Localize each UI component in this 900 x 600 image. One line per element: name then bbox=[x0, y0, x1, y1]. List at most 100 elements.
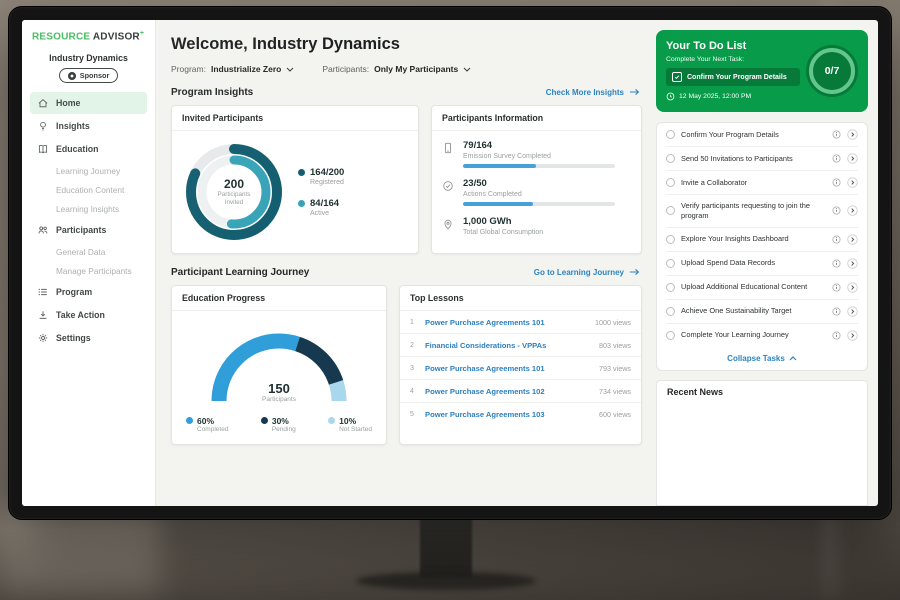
participants-select[interactable]: Participants: Only My Participants bbox=[322, 64, 471, 74]
card-title: Education Progress bbox=[172, 286, 386, 311]
filters-row: Program: Industrialize Zero Participants… bbox=[171, 64, 642, 74]
go-to-learning-journey-link[interactable]: Go to Learning Journey bbox=[534, 268, 640, 278]
sidebar-nav: Home Insights Education Learning Journey… bbox=[30, 92, 147, 349]
logo-text-resource: RESOURCE bbox=[32, 31, 90, 42]
sidebar: RESOURCE ADVISOR+ Industry Dynamics Spon… bbox=[22, 20, 156, 506]
lesson-row: 3 Power Purchase Agreements 101 793 view… bbox=[400, 357, 641, 380]
chevron-right-icon[interactable] bbox=[847, 129, 858, 140]
sidebar-item-participants[interactable]: Participants bbox=[30, 219, 147, 241]
donut-legend: 164/200Registered 84/164Active bbox=[298, 167, 344, 217]
sidebar-item-home[interactable]: Home bbox=[30, 92, 147, 114]
sidebar-item-learning-insights[interactable]: Learning Insights bbox=[30, 199, 147, 218]
task-row[interactable]: Explore Your Insights Dashboard bbox=[666, 228, 858, 252]
todo-progress-ring: 0/7 bbox=[806, 45, 858, 97]
program-select[interactable]: Program: Industrialize Zero bbox=[171, 64, 294, 74]
home-icon bbox=[37, 97, 49, 109]
check-more-insights-link[interactable]: Check More Insights bbox=[546, 88, 640, 98]
chevron-right-icon[interactable] bbox=[847, 177, 858, 188]
logo-plus: + bbox=[140, 30, 144, 37]
invited-participants-card: Invited Participants bbox=[171, 105, 419, 254]
task-radio[interactable] bbox=[666, 283, 675, 292]
lesson-link[interactable]: Financial Considerations - VPPAs bbox=[425, 341, 592, 350]
task-radio[interactable] bbox=[666, 178, 675, 187]
dashboard-screen: RESOURCE ADVISOR+ Industry Dynamics Spon… bbox=[22, 20, 878, 506]
education-gauge-chart: 150 Participants bbox=[205, 323, 353, 407]
info-icon[interactable] bbox=[832, 154, 841, 163]
task-row[interactable]: Achieve One Sustainability Target bbox=[666, 300, 858, 324]
todo-card: Your To Do List Complete Your Next Task:… bbox=[656, 30, 868, 112]
monitor-stand bbox=[420, 518, 472, 578]
lesson-link[interactable]: Power Purchase Agreements 102 bbox=[425, 387, 592, 396]
stat-actions: 23/50 Actions Completed bbox=[442, 178, 631, 206]
bulb-icon bbox=[37, 120, 49, 132]
sidebar-item-education-content[interactable]: Education Content bbox=[30, 180, 147, 199]
insights-cards-row: Invited Participants bbox=[171, 105, 642, 254]
download-icon bbox=[37, 309, 49, 321]
lesson-row: 4 Power Purchase Agreements 102 734 view… bbox=[400, 380, 641, 403]
chevron-right-icon[interactable] bbox=[847, 153, 858, 164]
clock-icon bbox=[666, 92, 675, 101]
next-task-chip[interactable]: Confirm Your Program Details bbox=[666, 68, 800, 86]
chevron-right-icon[interactable] bbox=[847, 282, 858, 293]
sidebar-item-program[interactable]: Program bbox=[30, 281, 147, 303]
task-row[interactable]: Confirm Your Program Details bbox=[666, 123, 858, 147]
task-row[interactable]: Invite a Collaborator bbox=[666, 171, 858, 195]
info-icon[interactable] bbox=[832, 206, 841, 215]
people-icon bbox=[37, 224, 49, 236]
chevron-right-icon[interactable] bbox=[847, 234, 858, 245]
sponsor-badge[interactable]: Sponsor bbox=[59, 68, 119, 83]
stat-consumption: 1,000 GWh Total Global Consumption bbox=[442, 216, 631, 240]
learning-cards-row: Education Progress 150 bbox=[171, 285, 642, 445]
sidebar-item-learning-journey[interactable]: Learning Journey bbox=[30, 161, 147, 180]
lesson-link[interactable]: Power Purchase Agreements 101 bbox=[425, 364, 592, 373]
sidebar-item-education[interactable]: Education bbox=[30, 138, 147, 160]
monitor-stand-base bbox=[356, 572, 536, 590]
info-icon[interactable] bbox=[832, 259, 841, 268]
page-title: Welcome, Industry Dynamics bbox=[171, 35, 642, 54]
task-radio[interactable] bbox=[666, 154, 675, 163]
checkbox-icon bbox=[672, 72, 682, 82]
lesson-link[interactable]: Power Purchase Agreements 103 bbox=[425, 410, 592, 419]
collapse-tasks-link[interactable]: Collapse Tasks bbox=[666, 347, 858, 370]
info-icon[interactable] bbox=[832, 178, 841, 187]
pending-dot bbox=[261, 417, 268, 424]
legend-active: 84/164Active bbox=[298, 198, 344, 217]
arrow-right-icon bbox=[629, 268, 640, 278]
registered-dot bbox=[298, 169, 305, 176]
completed-dot bbox=[186, 417, 193, 424]
task-radio[interactable] bbox=[666, 235, 675, 244]
chevron-right-icon[interactable] bbox=[847, 330, 858, 341]
chevron-right-icon[interactable] bbox=[847, 205, 858, 216]
task-row[interactable]: Verify participants requesting to join t… bbox=[666, 195, 858, 228]
info-icon[interactable] bbox=[832, 331, 841, 340]
legend-not-started: 10%Not Started bbox=[328, 416, 372, 433]
sidebar-item-general-data[interactable]: General Data bbox=[30, 242, 147, 261]
survey-progress-bar bbox=[463, 164, 615, 168]
chevron-right-icon[interactable] bbox=[847, 306, 858, 317]
task-radio[interactable] bbox=[666, 307, 675, 316]
gauge-center-label: 150 Participants bbox=[205, 381, 353, 403]
sidebar-item-insights[interactable]: Insights bbox=[30, 115, 147, 137]
sidebar-item-manage-participants[interactable]: Manage Participants bbox=[30, 261, 147, 280]
sidebar-item-settings[interactable]: Settings bbox=[30, 327, 147, 349]
task-radio[interactable] bbox=[666, 130, 675, 139]
info-icon[interactable] bbox=[832, 283, 841, 292]
task-radio[interactable] bbox=[666, 259, 675, 268]
gauge-legend: 60%Completed 30%Pending 10%Not Started bbox=[182, 407, 376, 435]
lesson-row: 5 Power Purchase Agreements 103 600 view… bbox=[400, 403, 641, 425]
task-row[interactable]: Complete Your Learning Journey bbox=[666, 324, 858, 347]
task-row[interactable]: Upload Spend Data Records bbox=[666, 252, 858, 276]
lesson-link[interactable]: Power Purchase Agreements 101 bbox=[425, 318, 588, 327]
task-row[interactable]: Send 50 Invitations to Participants bbox=[666, 147, 858, 171]
task-row[interactable]: Upload Additional Educational Content bbox=[666, 276, 858, 300]
chevron-right-icon[interactable] bbox=[847, 258, 858, 269]
program-insights-header: Program Insights Check More Insights bbox=[171, 87, 640, 98]
info-icon[interactable] bbox=[832, 130, 841, 139]
sidebar-item-take-action[interactable]: Take Action bbox=[30, 304, 147, 326]
logo-text-advisor: ADVISOR bbox=[93, 31, 140, 42]
info-icon[interactable] bbox=[832, 235, 841, 244]
info-icon[interactable] bbox=[832, 307, 841, 316]
task-radio[interactable] bbox=[666, 331, 675, 340]
active-dot bbox=[298, 200, 305, 207]
task-radio[interactable] bbox=[666, 206, 675, 215]
